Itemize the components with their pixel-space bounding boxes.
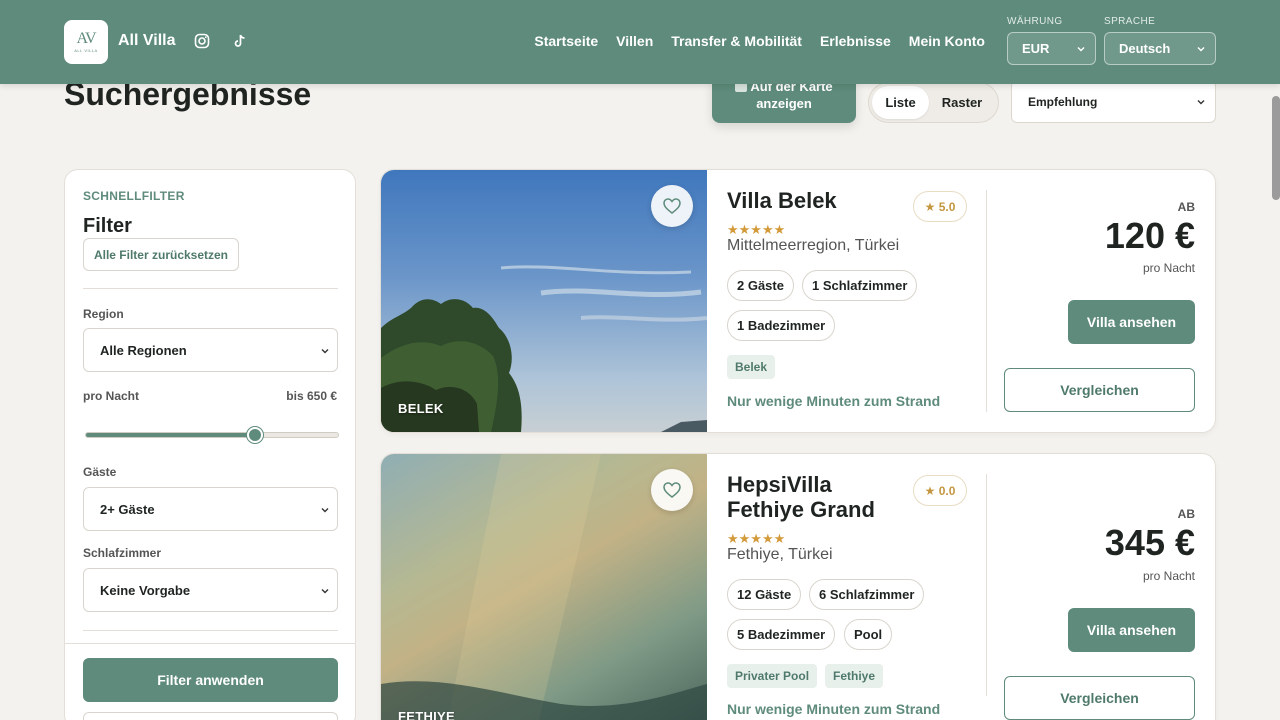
view-grid-option[interactable]: Raster	[929, 86, 995, 119]
highlight-text: Nur wenige Minuten zum Strand	[727, 393, 941, 409]
chevron-down-icon	[1075, 43, 1087, 55]
guests-value: 2+ Gäste	[100, 501, 155, 517]
price-prefix: AB	[1177, 200, 1195, 214]
language-select[interactable]: Deutsch	[1104, 32, 1216, 65]
chevron-down-icon	[319, 504, 331, 516]
nav-mein-konto[interactable]: Mein Konto	[909, 33, 985, 49]
apply-filters-button[interactable]: Filter anwenden	[83, 658, 338, 702]
view-toggle: Liste Raster	[868, 82, 999, 123]
tiktok-icon[interactable]	[232, 33, 248, 49]
price-unit: pro Nacht	[1142, 569, 1195, 583]
secondary-filter-button[interactable]	[83, 712, 338, 720]
villa-location: Fethiye, Türkei	[727, 546, 833, 563]
price-slider[interactable]	[85, 427, 339, 443]
chevron-down-icon	[1195, 43, 1207, 55]
favorite-heart-icon[interactable]	[651, 469, 693, 511]
pool-chip: Pool	[844, 619, 893, 650]
price-prefix: AB	[1177, 507, 1195, 521]
reset-filters-button[interactable]: Alle Filter zurücksetzen	[83, 238, 239, 271]
quick-filter-eyebrow: SCHNELLFILTER	[83, 189, 185, 203]
guests-chip: 2 Gäste	[727, 270, 794, 301]
view-list-option[interactable]: Liste	[872, 86, 929, 119]
star-rating: ★★★★★	[727, 222, 786, 237]
chevron-down-icon	[319, 585, 331, 597]
region-select[interactable]: Alle Regionen	[83, 328, 338, 372]
bathrooms-chip: 5 Badezimmer	[727, 619, 836, 650]
highlight-text: Nur wenige Minuten zum Strand	[727, 701, 941, 717]
listing-card[interactable]: FETHIYE HepsiVilla Fethiye Grand ★ 0.0 ★…	[380, 453, 1216, 720]
villa-location: Mittelmeerregion, Türkei	[727, 237, 900, 254]
compare-button[interactable]: Vergleichen	[1004, 676, 1195, 720]
filter-panel: SCHNELLFILTER Filter Alle Filter zurücks…	[64, 169, 356, 720]
price-value: 120 €	[1104, 215, 1195, 256]
price-slider-fill	[86, 433, 255, 437]
brand-name[interactable]: All Villa	[118, 32, 176, 50]
favorite-heart-icon[interactable]	[651, 185, 693, 227]
currency-select[interactable]: EUR	[1007, 32, 1096, 65]
bedrooms-chip: 1 Schlafzimmer	[802, 270, 918, 301]
view-villa-button[interactable]: Villa ansehen	[1068, 608, 1195, 652]
divider	[986, 190, 987, 412]
bedrooms-value: Keine Vorgabe	[100, 582, 191, 598]
bedrooms-select[interactable]: Keine Vorgabe	[83, 568, 338, 612]
currency-selector: WÄHRUNG EUR	[1007, 16, 1096, 65]
location-tag: Belek	[727, 355, 776, 379]
logo-mark: AV	[76, 29, 96, 47]
listing-card[interactable]: BELEK Villa Belek ★ 5.0 ★★★★★ Mittelmeer…	[380, 169, 1216, 433]
guests-chip: 12 Gäste	[727, 579, 802, 610]
main-nav: Startseite Villen Transfer & Mobilität E…	[534, 33, 985, 49]
chevron-down-icon	[319, 345, 331, 357]
language-label: SPRACHE	[1104, 16, 1156, 27]
price-slider-handle[interactable]	[246, 427, 263, 443]
location-image-tag: BELEK	[398, 401, 444, 416]
rating-badge: ★ 5.0	[913, 191, 967, 222]
pool-tag: Privater Pool	[727, 664, 818, 688]
currency-value: EUR	[1022, 41, 1050, 56]
price-label: pro Nacht	[83, 389, 140, 403]
language-selector: SPRACHE Deutsch	[1104, 16, 1216, 65]
view-villa-button[interactable]: Villa ansehen	[1068, 300, 1195, 344]
page-scrollbar[interactable]	[1272, 96, 1280, 200]
chevron-down-icon	[1195, 96, 1207, 108]
location-image-tag: FETHIYE	[398, 709, 455, 720]
currency-label: WÄHRUNG	[1007, 16, 1063, 27]
nav-villen[interactable]: Villen	[616, 33, 653, 49]
language-value: Deutsch	[1119, 41, 1171, 56]
filter-title: Filter	[83, 215, 132, 237]
divider	[83, 630, 338, 631]
price-max-value: bis 650 €	[286, 389, 337, 403]
guests-select[interactable]: 2+ Gäste	[83, 487, 338, 531]
bedrooms-label: Schlafzimmer	[83, 546, 162, 560]
star-rating: ★★★★★	[727, 531, 786, 546]
guests-label: Gäste	[83, 465, 117, 479]
rating-badge: ★ 0.0	[913, 475, 967, 506]
instagram-icon[interactable]	[194, 33, 210, 49]
villa-name[interactable]: HepsiVilla Fethiye Grand	[727, 472, 907, 522]
nav-erlebnisse[interactable]: Erlebnisse	[820, 33, 891, 49]
brand-logo[interactable]: AV ALL VILLA	[64, 20, 108, 64]
footer-divider	[65, 643, 355, 644]
region-value: Alle Regionen	[100, 342, 187, 358]
logo-subtitle: ALL VILLA	[74, 47, 98, 53]
villa-name[interactable]: Villa Belek	[727, 188, 907, 213]
villa-photo[interactable]: FETHIYE	[381, 454, 707, 720]
compare-button[interactable]: Vergleichen	[1004, 368, 1195, 412]
sort-select[interactable]: Empfehlung	[1011, 80, 1216, 123]
villa-photo[interactable]: BELEK	[381, 170, 707, 432]
nav-startseite[interactable]: Startseite	[534, 33, 598, 49]
divider	[83, 288, 338, 289]
price-value: 345 €	[1104, 522, 1195, 563]
sort-value: Empfehlung	[1028, 94, 1098, 109]
nav-transfer[interactable]: Transfer & Mobilität	[671, 33, 802, 49]
location-tag: Fethiye	[825, 664, 884, 688]
bathrooms-chip: 1 Badezimmer	[727, 310, 836, 341]
top-navigation-bar: AV ALL VILLA All Villa Startseite Villen…	[0, 0, 1280, 84]
bedrooms-chip: 6 Schlafzimmer	[809, 579, 925, 610]
divider	[986, 474, 987, 696]
price-unit: pro Nacht	[1142, 261, 1195, 275]
region-label: Region	[83, 307, 124, 321]
